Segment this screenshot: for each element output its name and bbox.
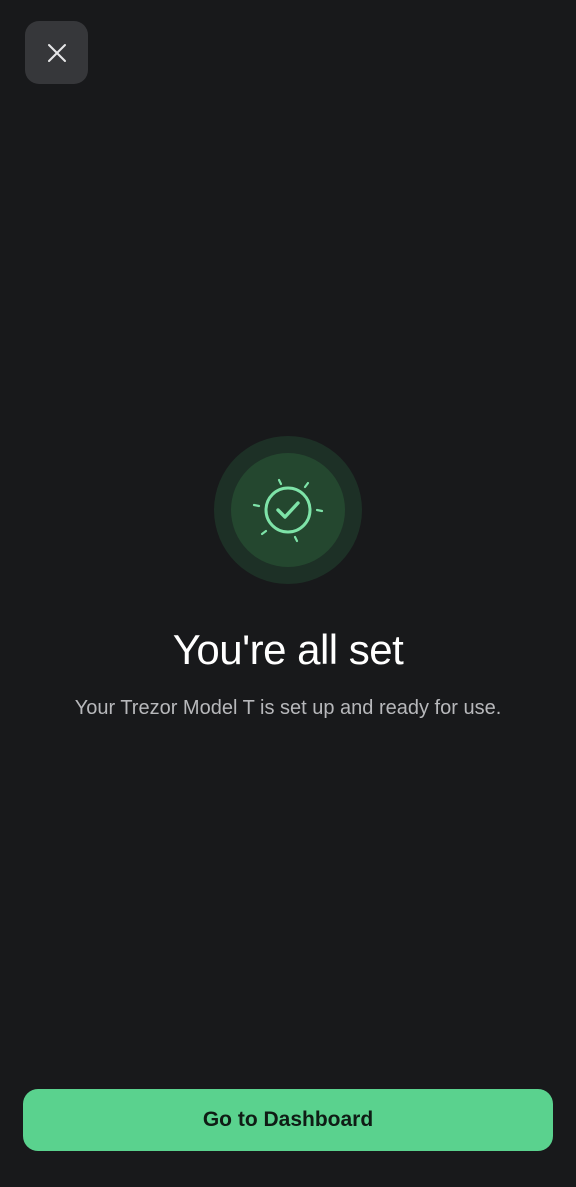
success-illustration xyxy=(214,436,362,584)
check-circle-sparkle-icon xyxy=(252,478,324,543)
go-to-dashboard-button[interactable]: Go to Dashboard xyxy=(23,1089,553,1151)
page-title: You're all set xyxy=(172,626,404,673)
page-subtitle: Your Trezor Model T is set up and ready … xyxy=(74,697,502,719)
success-badge xyxy=(231,453,345,567)
close-icon xyxy=(46,42,68,64)
close-button[interactable] xyxy=(25,21,88,84)
setup-complete-screen: You're all set Your Trezor Model T is se… xyxy=(0,0,576,1187)
